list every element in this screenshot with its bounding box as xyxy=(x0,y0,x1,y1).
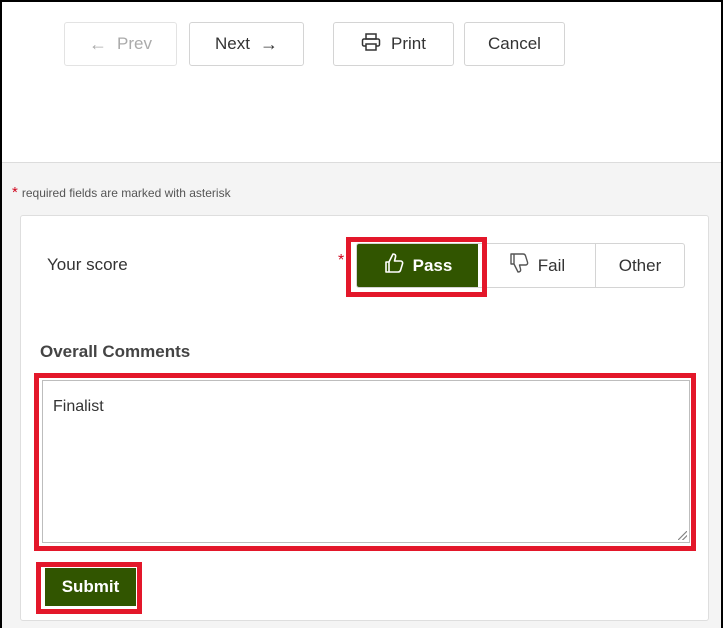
other-button[interactable]: Other xyxy=(596,244,684,287)
page-frame: ← Prev Next → Print Cancel * required fie… xyxy=(0,0,723,628)
score-label: Your score xyxy=(47,255,128,274)
required-fields-note: * required fields are marked with asteris… xyxy=(12,184,231,201)
printer-icon xyxy=(361,32,381,56)
print-button[interactable]: Print xyxy=(333,22,454,66)
cancel-label: Cancel xyxy=(488,34,541,53)
next-button[interactable]: Next → xyxy=(189,22,304,66)
score-button-group: Pass Fail Other xyxy=(356,243,685,288)
thumbs-up-icon xyxy=(383,252,405,279)
pass-button[interactable]: Pass xyxy=(357,244,478,287)
required-note-text: required fields are marked with asterisk xyxy=(21,186,231,200)
fail-button[interactable]: Fail xyxy=(478,244,596,287)
required-asterisk: * xyxy=(12,184,18,201)
submit-button[interactable]: Submit xyxy=(45,568,136,606)
next-label: Next xyxy=(215,34,250,53)
comments-textarea[interactable]: Finalist xyxy=(42,380,690,543)
cancel-button[interactable]: Cancel xyxy=(464,22,565,66)
arrow-left-icon: ← xyxy=(89,33,108,54)
arrow-right-icon: → xyxy=(259,33,278,54)
resize-handle-icon[interactable] xyxy=(678,531,687,540)
pass-label: Pass xyxy=(412,255,453,275)
comments-value: Finalist xyxy=(53,398,104,415)
other-label: Other xyxy=(618,255,662,275)
score-required-asterisk: * xyxy=(338,252,345,269)
prev-label: Prev xyxy=(117,34,152,53)
prev-button[interactable]: ← Prev xyxy=(64,22,177,66)
thumbs-down-icon xyxy=(508,252,530,279)
comments-label: Overall Comments xyxy=(40,342,191,361)
print-label: Print xyxy=(391,34,426,53)
toolbar: ← Prev Next → Print Cancel xyxy=(2,2,721,162)
fail-label: Fail xyxy=(537,255,566,275)
